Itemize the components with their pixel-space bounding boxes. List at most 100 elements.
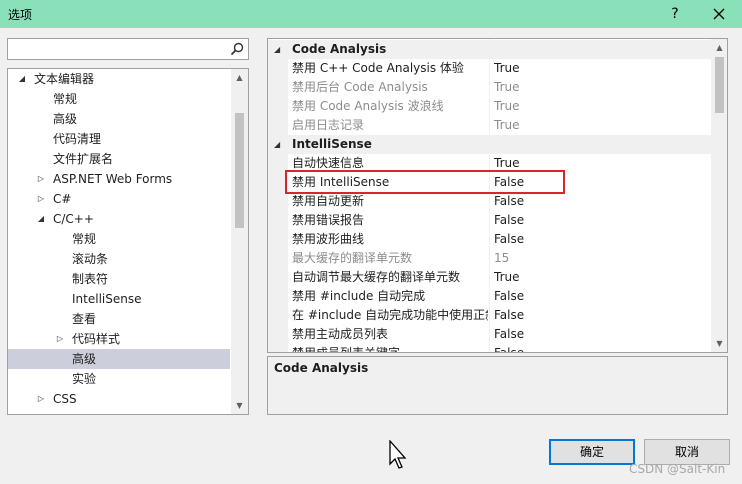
property-row[interactable]: 启用日志记录 True xyxy=(268,116,711,135)
property-name: 最大缓存的翻译单元数 xyxy=(292,251,413,265)
tree-item[interactable]: 文件扩展名 xyxy=(8,149,230,169)
tree-item[interactable]: ▷ ASP.NET Web Forms xyxy=(8,169,230,189)
property-row[interactable]: 自动调节最大缓存的翻译单元数 True xyxy=(268,268,711,287)
property-name: 禁用 Code Analysis 波浪线 xyxy=(292,99,444,113)
row-gutter xyxy=(268,173,288,192)
collapsed-arrow-icon[interactable]: ▷ xyxy=(35,169,47,189)
row-gutter xyxy=(268,287,288,306)
row-gutter xyxy=(268,230,288,249)
tree-item-label: 文本编辑器 xyxy=(34,72,95,86)
property-row[interactable]: 自动快速信息 True xyxy=(268,154,711,173)
expanded-arrow-icon[interactable]: ◢ xyxy=(274,135,280,154)
property-row[interactable]: 禁用主动成员列表 False xyxy=(268,325,711,344)
tree-item-label: 文件扩展名 xyxy=(53,152,114,166)
tree-item[interactable]: ▷ CSS xyxy=(8,389,230,409)
tree-item[interactable]: 常规 xyxy=(8,89,230,109)
property-name: 自动快速信息 xyxy=(292,156,365,170)
property-row[interactable]: 禁用波形曲线 False xyxy=(268,230,711,249)
property-value[interactable]: False xyxy=(494,287,524,306)
property-value[interactable]: 15 xyxy=(494,249,509,268)
tree-item-label: IntelliSense xyxy=(72,292,142,306)
tree-item[interactable]: 制表符 xyxy=(8,269,230,289)
property-value[interactable]: True xyxy=(494,59,520,78)
tree-item[interactable]: 代码清理 xyxy=(8,129,230,149)
tree-item-label: 代码清理 xyxy=(53,132,102,146)
row-gutter xyxy=(268,249,288,268)
property-row[interactable]: 在 #include 自动完成功能中使用正斜杠 False xyxy=(268,306,711,325)
tree-item-label: 常规 xyxy=(53,92,78,106)
tree-item-label: ASP.NET Web Forms xyxy=(53,172,173,186)
tree-item[interactable]: 实验 xyxy=(8,369,230,389)
search-icon[interactable] xyxy=(230,42,244,56)
category-header[interactable]: ◢ IntelliSense xyxy=(268,135,711,154)
collapsed-arrow-icon[interactable]: ▷ xyxy=(35,389,47,409)
tree-item[interactable]: 滚动条 xyxy=(8,249,230,269)
tree-item-label: 代码样式 xyxy=(72,332,121,346)
expanded-arrow-icon[interactable]: ◢ xyxy=(16,69,28,89)
property-value[interactable]: True xyxy=(494,78,520,97)
property-row[interactable]: 禁用错误报告 False xyxy=(268,211,711,230)
property-value[interactable]: False xyxy=(494,230,524,249)
ok-button[interactable]: 确定 xyxy=(549,439,635,465)
row-gutter xyxy=(268,154,288,173)
property-value[interactable]: False xyxy=(494,192,524,211)
options-tree: ▲ ▼ ◢ 文本编辑器 常规 高级 代码清理 文件扩展名 ▷ ASP.NET Web Form… xyxy=(7,68,249,415)
property-name: 禁用 IntelliSense xyxy=(292,175,390,189)
property-value[interactable]: False xyxy=(494,306,524,325)
tree-item[interactable]: ▷ C# xyxy=(8,189,230,209)
tree-scrollbar[interactable]: ▲ ▼ xyxy=(231,69,248,414)
property-name: 禁用后台 Code Analysis xyxy=(292,80,428,94)
tree-item-label: 查看 xyxy=(72,312,97,326)
tree-item[interactable]: ◢ C/C++ xyxy=(8,209,230,229)
property-value[interactable]: False xyxy=(494,344,524,352)
expanded-arrow-icon[interactable]: ◢ xyxy=(35,209,47,229)
row-gutter xyxy=(268,192,288,211)
property-row[interactable]: 禁用 #include 自动完成 False xyxy=(268,287,711,306)
tree-item[interactable]: ◢ 文本编辑器 xyxy=(8,69,230,89)
property-row[interactable]: 禁用后台 Code Analysis True xyxy=(268,78,711,97)
close-button[interactable] xyxy=(708,3,730,25)
collapsed-arrow-icon[interactable]: ▷ xyxy=(35,189,47,209)
tree-item-label: 高级 xyxy=(72,352,97,366)
collapsed-arrow-icon[interactable]: ▷ xyxy=(54,329,66,349)
tree-item[interactable]: 查看 xyxy=(8,309,230,329)
tree-item[interactable]: ▷ 代码样式 xyxy=(8,329,230,349)
property-row[interactable]: 最大缓存的翻译单元数 15 xyxy=(268,249,711,268)
property-row[interactable]: 禁用 IntelliSense False xyxy=(268,173,711,192)
scroll-up-icon[interactable]: ▲ xyxy=(711,39,727,56)
scroll-thumb[interactable] xyxy=(715,57,724,113)
scroll-down-icon[interactable]: ▼ xyxy=(231,397,248,414)
watermark: CSDN @Salt-Kin xyxy=(629,462,726,476)
property-name: 禁用波形曲线 xyxy=(292,232,365,246)
property-value[interactable]: True xyxy=(494,116,520,135)
category-label: IntelliSense xyxy=(292,137,372,151)
tree-item-label: 高级 xyxy=(53,112,78,126)
category-header[interactable]: ◢ Code Analysis xyxy=(268,40,711,59)
tree-item[interactable]: IntelliSense xyxy=(8,289,230,309)
property-value[interactable]: False xyxy=(494,173,524,192)
tree-item[interactable]: 高级 xyxy=(8,109,230,129)
expanded-arrow-icon[interactable]: ◢ xyxy=(274,40,280,59)
scroll-thumb[interactable] xyxy=(235,113,244,228)
property-name: 禁用自动更新 xyxy=(292,194,365,208)
property-row[interactable]: 禁用 C++ Code Analysis 体验 True xyxy=(268,59,711,78)
help-button[interactable]: ? xyxy=(664,3,686,25)
search-input[interactable] xyxy=(9,40,219,58)
property-name: 禁用错误报告 xyxy=(292,213,365,227)
property-row[interactable]: 禁用成员列表关键字 False xyxy=(268,344,711,352)
property-row[interactable]: 禁用 Code Analysis 波浪线 True xyxy=(268,97,711,116)
property-value[interactable]: True xyxy=(494,154,520,173)
scroll-down-icon[interactable]: ▼ xyxy=(711,335,727,352)
tree-item[interactable]: 常规 xyxy=(8,229,230,249)
grid-scrollbar[interactable]: ▲ ▼ xyxy=(711,39,727,352)
property-name: 禁用主动成员列表 xyxy=(292,327,389,341)
property-value[interactable]: False xyxy=(494,325,524,344)
property-row[interactable]: 禁用自动更新 False xyxy=(268,192,711,211)
scroll-up-icon[interactable]: ▲ xyxy=(231,69,248,86)
tree-item[interactable]: 高级 xyxy=(8,349,230,369)
property-value[interactable]: True xyxy=(494,97,520,116)
property-name: 启用日志记录 xyxy=(292,118,365,132)
tree-item-label: 实验 xyxy=(72,372,97,386)
property-value[interactable]: True xyxy=(494,268,520,287)
property-value[interactable]: False xyxy=(494,211,524,230)
